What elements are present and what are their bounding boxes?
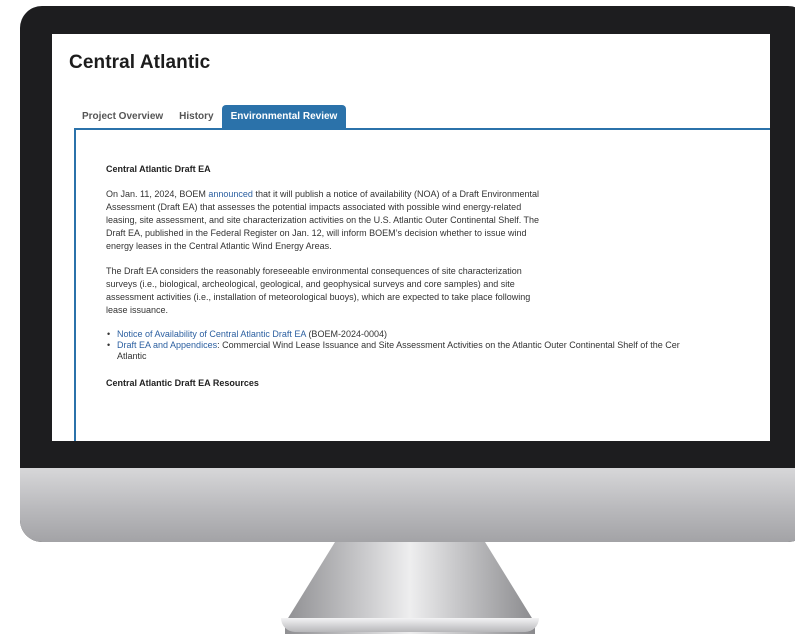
intro-text: that it will publish a notice of availab… (252, 189, 540, 199)
scope-paragraph: The Draft EA considers the reasonably fo… (106, 265, 770, 317)
scope-text: surveys (i.e., biological, archeological… (106, 279, 515, 289)
panel-left-border (74, 128, 76, 441)
tab-environmental-review[interactable]: Environmental Review (221, 105, 347, 128)
tab-project-overview[interactable]: Project Overview (74, 111, 171, 128)
draft-ea-link[interactable]: Draft EA and Appendices (117, 340, 217, 350)
tab-history[interactable]: History (171, 111, 221, 128)
list-item-text: Atlantic (117, 351, 147, 361)
section-heading: Central Atlantic Draft EA (106, 164, 211, 174)
list-item: Draft EA and Appendices: Commercial Wind… (106, 340, 770, 362)
scope-text: assessment activities (i.e., installatio… (106, 292, 531, 302)
tab-bar: Project Overview History Environmental R… (74, 105, 347, 128)
list-item-text: : Commercial Wind Lease Issuance and Sit… (217, 340, 680, 350)
list-item-text: (BOEM-2024-0004) (305, 329, 387, 339)
intro-text: Draft EA, published in the Federal Regis… (106, 228, 527, 238)
scope-text: The Draft EA considers the reasonably fo… (106, 266, 522, 276)
intro-text: energy leases in the Central Atlantic Wi… (106, 241, 332, 251)
monitor-chin (20, 468, 795, 542)
screen: Central Atlantic Project Overview Histor… (52, 34, 770, 441)
intro-text: leasing, site assessment, and site chara… (106, 215, 540, 225)
announced-link[interactable]: announced (208, 189, 253, 199)
environmental-review-content: Central Atlantic Draft EA On Jan. 11, 20… (106, 164, 770, 388)
monitor-stand-base (281, 618, 539, 632)
scope-text: lease issuance. (106, 305, 169, 315)
page-title: Central Atlantic (69, 52, 211, 73)
intro-paragraph: On Jan. 11, 2024, BOEM announced that it… (106, 188, 770, 253)
intro-text: On Jan. 11, 2024, BOEM (106, 189, 209, 199)
resources-heading: Central Atlantic Draft EA Resources (106, 378, 259, 388)
list-item: Notice of Availability of Central Atlant… (106, 329, 770, 340)
document-list: Notice of Availability of Central Atlant… (106, 329, 770, 362)
tab-underline (74, 128, 770, 130)
intro-text: Assessment (Draft EA) that assesses the … (106, 202, 522, 212)
noa-link[interactable]: Notice of Availability of Central Atlant… (117, 329, 306, 339)
screen-bottom-band (20, 441, 795, 468)
